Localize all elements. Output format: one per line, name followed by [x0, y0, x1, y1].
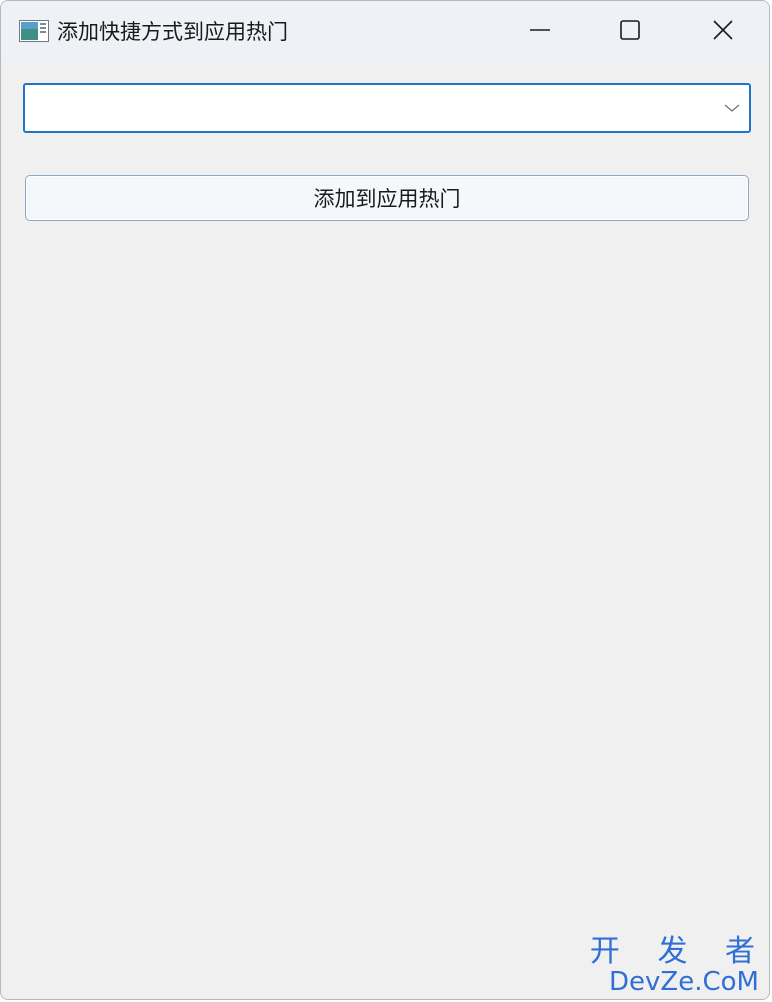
window-title: 添加快捷方式到应用热门 [57, 20, 288, 44]
watermark: 开 发 者 DevZe.CoM [590, 937, 759, 997]
watermark-line2: DevZe.CoM [609, 967, 759, 997]
maximize-icon [619, 19, 641, 45]
app-window-icon [19, 20, 49, 42]
title-bar[interactable]: 添加快捷方式到应用热门 [1, 1, 769, 63]
add-to-hot-apps-button[interactable]: 添加到应用热门 [25, 175, 749, 221]
app-window: 添加快捷方式到应用热门 添加到应用热门 开 发 者 DevZe.CoM [0, 0, 770, 1000]
close-icon [712, 19, 734, 45]
close-button[interactable] [678, 1, 768, 63]
chevron-down-icon[interactable] [723, 100, 741, 116]
maximize-button[interactable] [585, 1, 675, 63]
watermark-line1: 开 发 者 [589, 934, 769, 969]
minimize-icon [529, 19, 551, 45]
shortcut-combobox[interactable] [23, 83, 751, 133]
minimize-button[interactable] [495, 1, 585, 63]
